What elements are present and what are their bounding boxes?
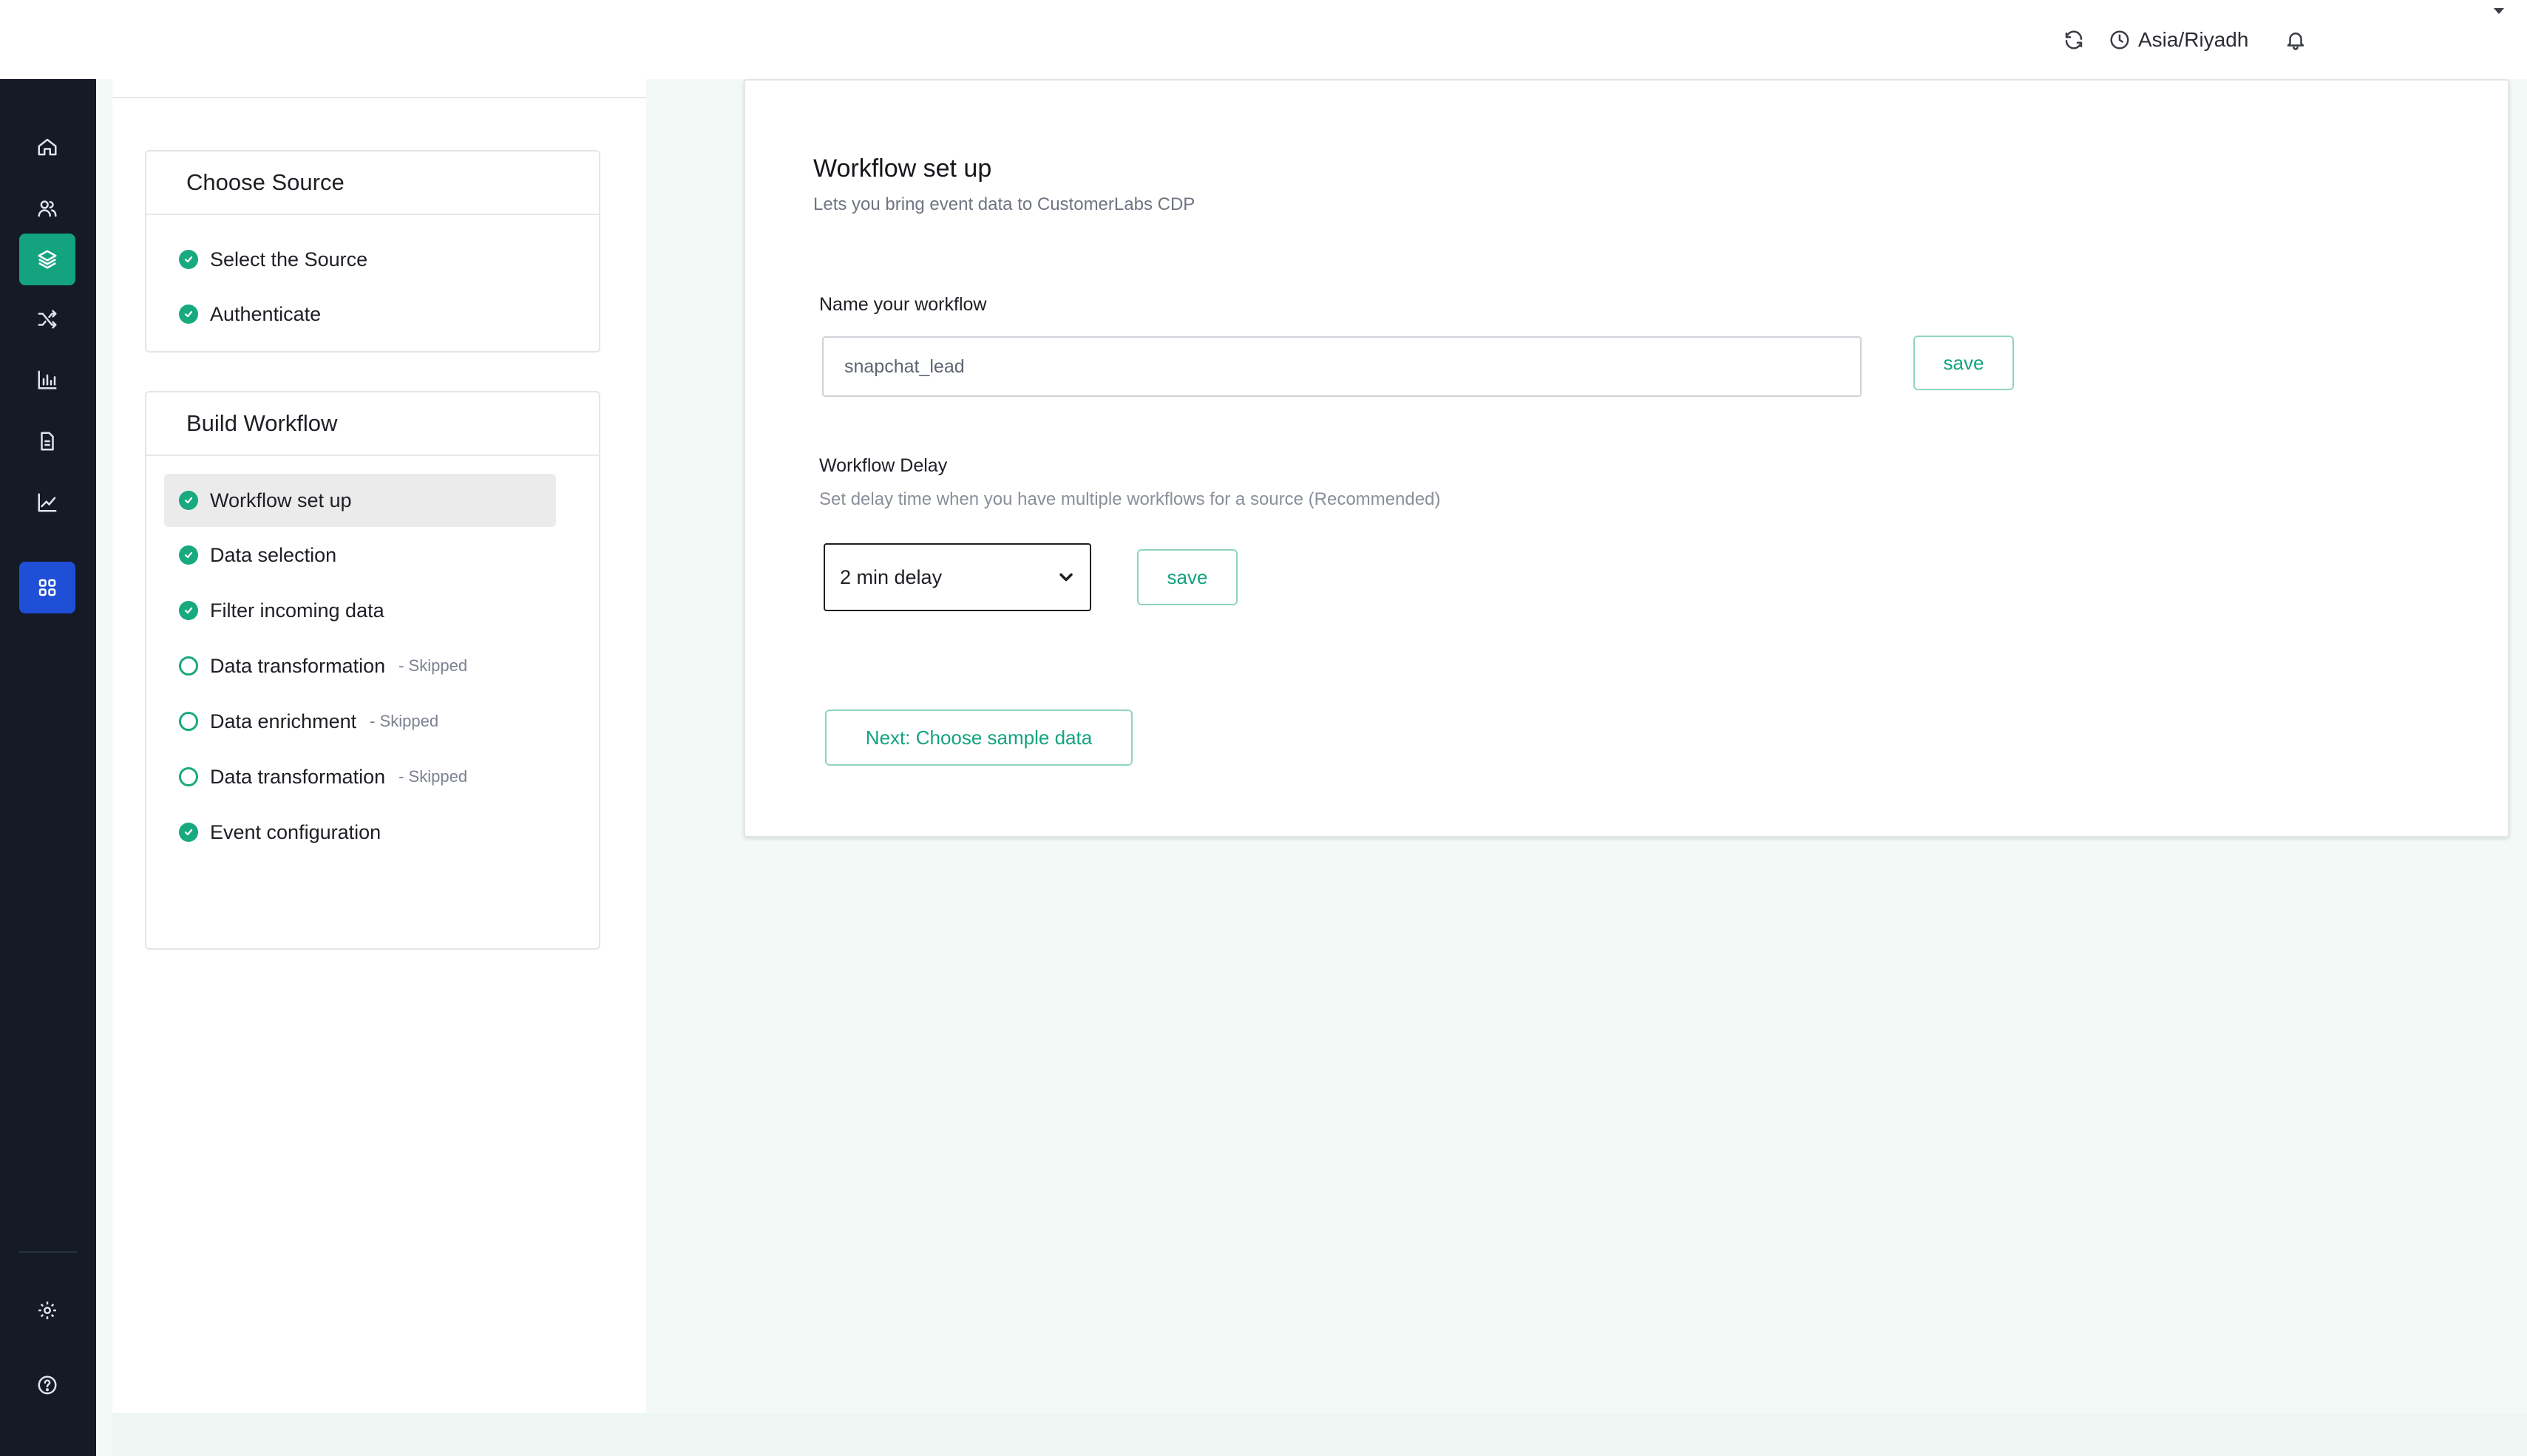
step-data-transformation-2[interactable]: Data transformation - Skipped bbox=[164, 750, 556, 803]
workflow-delay-label: Workflow Delay bbox=[819, 455, 948, 476]
nav-workflows[interactable] bbox=[19, 293, 75, 345]
check-icon bbox=[179, 823, 198, 842]
skipped-note: - Skipped bbox=[398, 767, 468, 786]
skipped-note: - Skipped bbox=[398, 656, 468, 675]
card-title: Choose Source bbox=[146, 152, 599, 215]
timezone-label: Asia/Riyadh bbox=[2138, 28, 2249, 51]
grid-icon bbox=[38, 579, 56, 596]
line-chart-icon bbox=[38, 493, 57, 512]
help-icon bbox=[38, 1375, 57, 1395]
step-data-transformation[interactable]: Data transformation - Skipped bbox=[164, 639, 556, 693]
timezone-selector[interactable]: Asia/Riyadh bbox=[2109, 22, 2248, 58]
workflow-delay-help: Set delay time when you have multiple wo… bbox=[819, 489, 1441, 509]
nav-help[interactable] bbox=[19, 1359, 75, 1411]
step-label: Workflow set up bbox=[210, 489, 352, 511]
bar-chart-icon bbox=[38, 370, 57, 389]
step-workflow-setup[interactable]: Workflow set up bbox=[164, 474, 556, 527]
nav-divider bbox=[19, 1251, 77, 1253]
workflow-setup-card: Workflow set up Lets you bring event dat… bbox=[744, 79, 2509, 837]
save-name-button[interactable]: save bbox=[1913, 336, 2014, 390]
empty-circle-icon bbox=[179, 767, 198, 786]
step-data-selection[interactable]: Data selection bbox=[164, 528, 556, 582]
step-label: Event configuration bbox=[210, 820, 381, 843]
nav-apps[interactable] bbox=[19, 562, 75, 613]
layers-icon bbox=[38, 250, 57, 269]
step-label: Filter incoming data bbox=[210, 599, 384, 622]
step-label: Data selection bbox=[210, 543, 337, 566]
nav-users[interactable] bbox=[19, 183, 75, 234]
check-icon bbox=[179, 545, 198, 565]
step-select-source[interactable]: Select the Source bbox=[164, 233, 556, 286]
workflow-delay-value: 2 min delay bbox=[840, 565, 943, 588]
nav-analytics[interactable] bbox=[19, 354, 75, 406]
check-icon bbox=[179, 250, 198, 269]
document-icon bbox=[41, 432, 54, 451]
check-icon bbox=[179, 305, 198, 324]
refresh-icon bbox=[2065, 30, 2083, 50]
workflow-name-label: Name your workflow bbox=[819, 294, 987, 315]
gear-icon bbox=[38, 1302, 56, 1319]
save-delay-button[interactable]: save bbox=[1137, 549, 1238, 605]
step-label: Data enrichment bbox=[210, 710, 357, 732]
nav-settings[interactable] bbox=[19, 1285, 75, 1336]
workflow-name-input[interactable] bbox=[822, 336, 1862, 397]
step-label: Authenticate bbox=[210, 302, 322, 325]
steps-panel: Choose Source Select the Source Authenti… bbox=[112, 79, 646, 1413]
notifications-button[interactable] bbox=[2279, 22, 2313, 58]
check-icon bbox=[179, 491, 198, 510]
home-icon bbox=[38, 138, 57, 156]
skipped-note: - Skipped bbox=[370, 712, 439, 730]
step-label: Select the Source bbox=[210, 248, 368, 271]
caret-down-icon bbox=[2494, 8, 2504, 14]
empty-circle-icon bbox=[179, 712, 198, 731]
build-workflow-card: Build Workflow Workflow set up Data sele… bbox=[145, 391, 600, 950]
refresh-button[interactable] bbox=[2057, 22, 2091, 58]
nav-home[interactable] bbox=[19, 121, 75, 173]
next-choose-sample-data-button[interactable]: Next: Choose sample data bbox=[825, 710, 1133, 766]
shuffle-icon bbox=[38, 310, 57, 329]
bell-icon bbox=[2287, 33, 2304, 50]
divider bbox=[112, 97, 646, 98]
page-subtitle: Lets you bring event data to CustomerLab… bbox=[813, 194, 1195, 214]
step-filter-incoming-data[interactable]: Filter incoming data bbox=[164, 584, 556, 637]
check-icon bbox=[179, 601, 198, 620]
footer-strip bbox=[112, 1413, 2527, 1456]
account-dropdown[interactable] bbox=[2492, 6, 2506, 20]
step-event-configuration[interactable]: Event configuration bbox=[164, 806, 556, 859]
card-title: Build Workflow bbox=[146, 392, 599, 456]
empty-circle-icon bbox=[179, 656, 198, 676]
users-icon bbox=[38, 200, 57, 217]
clock-icon bbox=[2110, 30, 2129, 50]
left-navigation bbox=[0, 79, 96, 1456]
step-authenticate[interactable]: Authenticate bbox=[164, 288, 556, 341]
choose-source-card: Choose Source Select the Source Authenti… bbox=[145, 150, 600, 353]
page-title: Workflow set up bbox=[813, 154, 992, 183]
step-label: Data transformation bbox=[210, 654, 386, 677]
chevron-down-icon bbox=[1059, 573, 1073, 582]
nav-reports[interactable] bbox=[19, 415, 75, 467]
step-data-enrichment[interactable]: Data enrichment - Skipped bbox=[164, 695, 556, 748]
step-label: Data transformation bbox=[210, 765, 386, 788]
nav-sources[interactable] bbox=[19, 234, 75, 285]
nav-insights[interactable] bbox=[19, 477, 75, 528]
workflow-delay-select[interactable]: 2 min delay bbox=[824, 543, 1091, 611]
top-bar: Asia/Riyadh bbox=[0, 0, 2527, 79]
